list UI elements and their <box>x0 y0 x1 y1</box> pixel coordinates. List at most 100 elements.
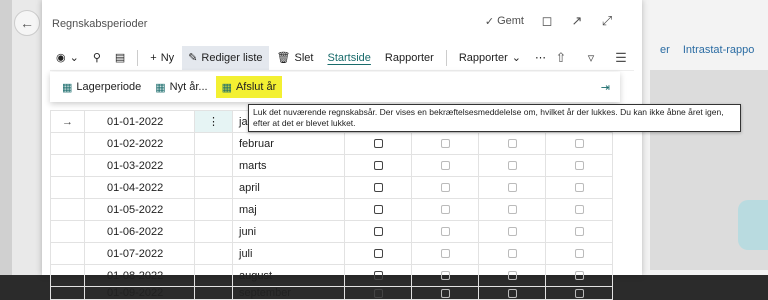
checkbox[interactable] <box>373 161 383 171</box>
edit-list-button[interactable]: ✎ Rediger liste <box>182 45 269 70</box>
checkbox-cell[interactable] <box>478 220 546 243</box>
checkbox[interactable] <box>574 227 584 237</box>
table-row[interactable]: 01-08-2022 august <box>50 264 613 287</box>
bookmark-icon[interactable]: ◻ <box>540 13 554 28</box>
checkbox-cell[interactable] <box>344 132 412 155</box>
checkbox-cell[interactable] <box>478 176 546 199</box>
checkbox-cell[interactable] <box>411 176 479 199</box>
more-options-button[interactable]: ⋯ <box>529 46 552 70</box>
checkbox[interactable] <box>373 271 383 281</box>
table-row[interactable]: 01-09-2022 september <box>50 286 613 300</box>
checkbox-cell[interactable] <box>344 242 412 265</box>
row-actions-button[interactable] <box>194 286 233 300</box>
checkbox-cell[interactable] <box>344 198 412 221</box>
checkbox[interactable] <box>574 161 584 171</box>
period-name-cell[interactable]: maj <box>232 198 345 221</box>
checkbox-cell[interactable] <box>478 264 546 287</box>
checkbox-cell[interactable] <box>344 264 412 287</box>
details-button[interactable]: ▤ <box>109 46 131 70</box>
checkbox[interactable] <box>373 227 383 237</box>
back-button[interactable]: ← <box>14 10 40 36</box>
filter-view-button[interactable]: ◉ ⌄ <box>50 46 85 70</box>
period-name-cell[interactable]: april <box>232 176 345 199</box>
checkbox[interactable] <box>440 139 450 149</box>
period-name-cell[interactable]: juli <box>232 242 345 265</box>
checkbox-cell[interactable] <box>545 176 613 199</box>
checkbox-cell[interactable] <box>411 264 479 287</box>
period-name-cell[interactable]: februar <box>232 132 345 155</box>
pin-icon[interactable]: ⇥ <box>601 81 610 94</box>
row-actions-button[interactable] <box>194 198 233 221</box>
table-row[interactable]: 01-07-2022 juli <box>50 242 613 265</box>
checkbox-cell[interactable] <box>545 132 613 155</box>
period-name-cell[interactable]: juni <box>232 220 345 243</box>
checkbox[interactable] <box>574 271 584 281</box>
checkbox[interactable] <box>373 139 383 149</box>
delete-button[interactable]: 🗑 Slet <box>271 46 320 70</box>
start-date-cell[interactable]: 01-03-2022 <box>84 154 195 177</box>
share-icon[interactable]: ⇧ <box>554 50 568 65</box>
checkbox[interactable] <box>373 288 383 298</box>
start-date-cell[interactable]: 01-04-2022 <box>84 176 195 199</box>
checkbox[interactable] <box>440 161 450 171</box>
checkbox-cell[interactable] <box>344 220 412 243</box>
checkbox-cell[interactable] <box>545 220 613 243</box>
reports-dropdown[interactable]: Rapporter ⌄ <box>453 46 527 70</box>
search-button[interactable]: ⚲ <box>87 46 107 70</box>
checkbox-cell[interactable] <box>411 154 479 177</box>
start-date-cell[interactable]: 01-05-2022 <box>84 198 195 221</box>
start-date-cell[interactable]: 01-06-2022 <box>84 220 195 243</box>
checkbox[interactable] <box>440 227 450 237</box>
tab-home[interactable]: Startside <box>321 46 376 70</box>
checkbox-cell[interactable] <box>545 242 613 265</box>
checkbox-cell[interactable] <box>344 154 412 177</box>
inventory-period-button[interactable]: ▦ Lagerperiode <box>56 76 147 98</box>
checkbox-cell[interactable] <box>545 264 613 287</box>
table-row[interactable]: 01-06-2022 juni <box>50 220 613 243</box>
checkbox[interactable] <box>507 161 517 171</box>
checkbox[interactable] <box>440 183 450 193</box>
checkbox-cell[interactable] <box>478 154 546 177</box>
checkbox-cell[interactable] <box>411 286 479 300</box>
checkbox[interactable] <box>507 227 517 237</box>
table-row[interactable]: 01-03-2022 marts <box>50 154 613 177</box>
start-date-cell[interactable]: 01-09-2022 <box>84 286 195 300</box>
checkbox[interactable] <box>574 205 584 215</box>
expand-icon[interactable]: ⤢ <box>600 13 614 28</box>
checkbox-cell[interactable] <box>545 198 613 221</box>
new-button[interactable]: + Ny <box>144 46 180 70</box>
row-actions-button[interactable] <box>194 176 233 199</box>
row-actions-button[interactable] <box>194 154 233 177</box>
checkbox[interactable] <box>440 205 450 215</box>
checkbox-cell[interactable] <box>478 198 546 221</box>
checkbox[interactable] <box>507 205 517 215</box>
checkbox-cell[interactable] <box>344 286 412 300</box>
new-year-button[interactable]: ▦ Nyt år... <box>149 76 213 98</box>
checkbox-cell[interactable] <box>545 286 613 300</box>
start-date-cell[interactable]: 01-01-2022 <box>84 110 195 133</box>
checkbox-cell[interactable] <box>478 286 546 300</box>
checkbox[interactable] <box>507 139 517 149</box>
open-new-window-icon[interactable]: ↗ <box>570 13 584 28</box>
checkbox[interactable] <box>574 288 584 298</box>
checkbox[interactable] <box>507 249 517 259</box>
row-actions-button[interactable]: ⋮ <box>194 110 233 133</box>
checkbox[interactable] <box>574 139 584 149</box>
row-actions-button[interactable] <box>194 132 233 155</box>
period-name-cell[interactable]: september <box>232 286 345 300</box>
checkbox[interactable] <box>440 271 450 281</box>
table-row[interactable]: 01-02-2022 februar <box>50 132 613 155</box>
start-date-cell[interactable]: 01-07-2022 <box>84 242 195 265</box>
checkbox[interactable] <box>373 205 383 215</box>
checkbox-cell[interactable] <box>411 242 479 265</box>
checkbox-cell[interactable] <box>411 220 479 243</box>
checkbox[interactable] <box>574 183 584 193</box>
tab-reports[interactable]: Rapporter <box>379 46 440 70</box>
row-actions-button[interactable] <box>194 220 233 243</box>
table-row[interactable]: 01-04-2022 april <box>50 176 613 199</box>
start-date-cell[interactable]: 01-08-2022 <box>84 264 195 287</box>
checkbox-cell[interactable] <box>478 242 546 265</box>
row-actions-button[interactable] <box>194 242 233 265</box>
checkbox[interactable] <box>507 271 517 281</box>
close-year-button[interactable]: ▦ Afslut år <box>215 76 283 98</box>
